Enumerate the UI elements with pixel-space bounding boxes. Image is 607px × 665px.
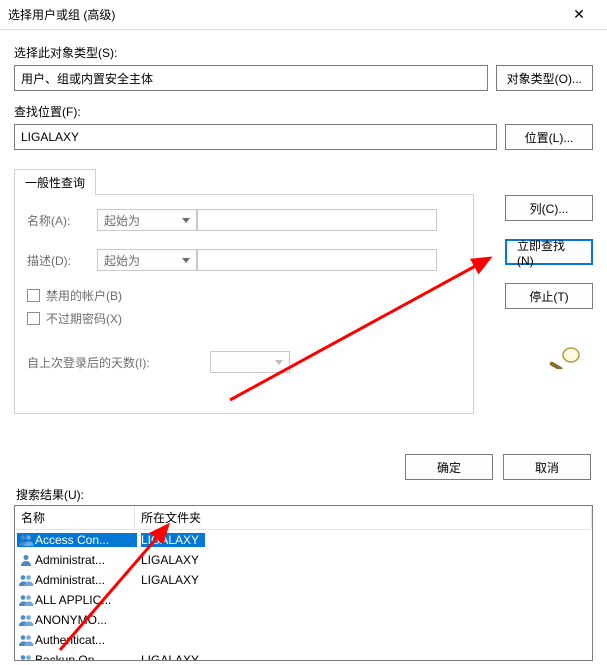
group-icon (17, 533, 35, 547)
list-item[interactable]: ANONYMO... (15, 610, 592, 630)
list-item[interactable]: Administrat...LIGALAXY (15, 550, 592, 570)
group-icon (17, 593, 35, 607)
tab-common-queries[interactable]: 一般性查询 (14, 169, 96, 195)
list-item-name: Administrat... (35, 573, 137, 587)
group-icon (17, 573, 35, 587)
list-item-name: ALL APPLIC... (35, 593, 137, 607)
column-name[interactable]: 名称 (15, 506, 135, 529)
days-since-logon-label: 自上次登录后的天数(I): (27, 354, 150, 371)
user-icon (17, 553, 35, 567)
window-title: 选择用户或组 (高级) (8, 6, 559, 23)
object-type-field: 用户、组或内置安全主体 (14, 65, 488, 91)
list-item-name: Authenticat... (35, 633, 137, 647)
stop-button[interactable]: 停止(T) (505, 283, 593, 309)
column-folder[interactable]: 所在文件夹 (135, 506, 592, 529)
desc-mode-combo[interactable]: 起始为 (97, 249, 197, 271)
ok-button[interactable]: 确定 (405, 454, 493, 480)
list-item-folder: LIGALAXY (137, 553, 592, 567)
list-item-name: Administrat... (35, 553, 137, 567)
list-header: 名称 所在文件夹 (15, 506, 592, 530)
cancel-button[interactable]: 取消 (503, 454, 591, 480)
name-mode-combo[interactable]: 起始为 (97, 209, 197, 231)
name-label: 名称(A): (27, 212, 97, 229)
close-icon[interactable]: ✕ (559, 6, 599, 23)
list-item-folder: LIGALAXY (137, 573, 592, 587)
common-queries-panel: 名称(A): 起始为 描述(D): 起始为 禁用的帐户(B) 不过期密码(X) … (14, 194, 474, 414)
titlebar: 选择用户或组 (高级) ✕ (0, 0, 607, 30)
list-item[interactable]: Access Con...LIGALAXY (15, 530, 592, 550)
list-item-folder: LIGALAXY (137, 533, 592, 547)
checkbox-icon (27, 312, 40, 325)
search-decor-icon (549, 345, 583, 372)
locations-button[interactable]: 位置(L)... (505, 124, 593, 150)
query-tabarea: 一般性查询 名称(A): 起始为 描述(D): 起始为 禁用的帐户(B) 不过期… (14, 168, 474, 414)
days-since-logon-combo[interactable] (210, 351, 290, 373)
group-icon (17, 613, 35, 627)
desc-input[interactable] (197, 249, 437, 271)
group-icon (17, 653, 35, 661)
dialog-content: 选择此对象类型(S): 用户、组或内置安全主体 对象类型(O)... 查找位置(… (0, 30, 607, 665)
list-item[interactable]: ALL APPLIC... (15, 590, 592, 610)
right-button-column: 列(C)... 立即查找(N) 停止(T) (505, 195, 593, 309)
list-item[interactable]: Administrat...LIGALAXY (15, 570, 592, 590)
search-results-label: 搜索结果(U): (16, 486, 593, 503)
group-icon (17, 633, 35, 647)
list-item-folder: LIGALAXY (137, 653, 592, 661)
desc-label: 描述(D): (27, 252, 97, 269)
list-item-name: ANONYMO... (35, 613, 137, 627)
list-item-name: Access Con... (35, 533, 137, 547)
name-input[interactable] (197, 209, 437, 231)
location-field: LIGALAXY (14, 124, 497, 150)
find-now-button[interactable]: 立即查找(N) (505, 239, 593, 265)
list-item-name: Backup Op... (35, 653, 137, 661)
location-label: 查找位置(F): (14, 103, 593, 120)
search-results-list[interactable]: 名称 所在文件夹 Access Con...LIGALAXYAdministra… (14, 505, 593, 661)
list-item[interactable]: Authenticat... (15, 630, 592, 650)
columns-button[interactable]: 列(C)... (505, 195, 593, 221)
non-expiring-checkbox[interactable]: 不过期密码(X) (27, 310, 461, 327)
object-type-label: 选择此对象类型(S): (14, 44, 593, 61)
disabled-accounts-checkbox[interactable]: 禁用的帐户(B) (27, 287, 461, 304)
checkbox-icon (27, 289, 40, 302)
object-types-button[interactable]: 对象类型(O)... (496, 65, 593, 91)
